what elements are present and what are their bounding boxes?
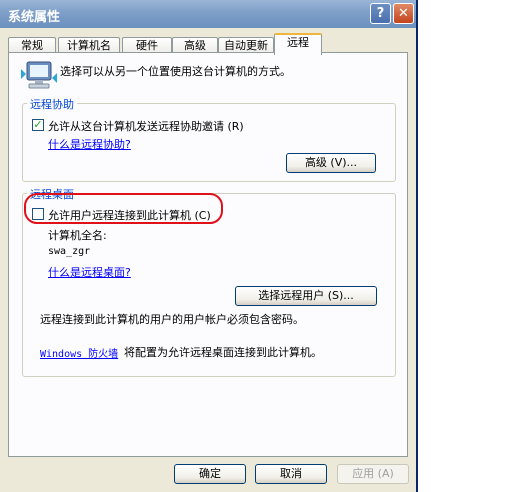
advanced-button[interactable]: 高级 (V)... — [286, 153, 376, 173]
computer-icon — [21, 61, 57, 89]
help-button[interactable]: ? — [370, 3, 391, 24]
system-properties-dialog: 系统属性 ? ✕ 常规 计算机名 硬件 高级 自动更新 远程 选择可以从另一个位… — [0, 0, 418, 492]
windows-firewall-link[interactable]: Windows 防火墙 — [40, 345, 118, 360]
title-bar[interactable]: 系统属性 ? ✕ — [0, 0, 416, 28]
window-title: 系统属性 — [8, 10, 61, 25]
close-icon: ✕ — [398, 6, 409, 21]
apply-button[interactable]: 应用 (A) — [337, 464, 409, 484]
what-is-remote-assistance-link[interactable]: 什么是远程协助? — [48, 136, 131, 152]
password-note: 远程连接到此计算机的用户的用户帐户必须包含密码。 — [40, 313, 304, 326]
remote-assistance-group-label: 远程协助 — [27, 96, 77, 112]
highlight-annotation — [24, 193, 223, 224]
select-remote-users-button[interactable]: 选择远程用户 (S)... — [235, 286, 377, 306]
what-is-remote-desktop-link[interactable]: 什么是远程桌面? — [48, 264, 131, 280]
help-icon: ? — [376, 6, 385, 21]
tab-strip: 常规 计算机名 硬件 高级 自动更新 远程 — [8, 33, 408, 55]
ok-button[interactable]: 确定 — [174, 464, 246, 484]
tab-remote[interactable]: 远程 — [274, 33, 322, 55]
remote-assistance-checkbox-label[interactable]: 允许从这台计算机发送远程协助邀请 (R) — [48, 118, 244, 134]
remote-assistance-checkbox[interactable]: ✓ — [32, 119, 44, 131]
close-button[interactable]: ✕ — [393, 3, 414, 24]
firewall-note: 将配置为允许远程桌面连接到此计算机。 — [124, 346, 322, 359]
cancel-button[interactable]: 取消 — [255, 464, 327, 484]
computer-full-name-label: 计算机全名: — [48, 229, 107, 242]
intro-text: 选择可以从另一个位置使用这台计算机的方式。 — [60, 65, 291, 78]
computer-full-name-value: swa_zgr — [48, 246, 91, 257]
checkmark-icon: ✓ — [33, 118, 43, 131]
